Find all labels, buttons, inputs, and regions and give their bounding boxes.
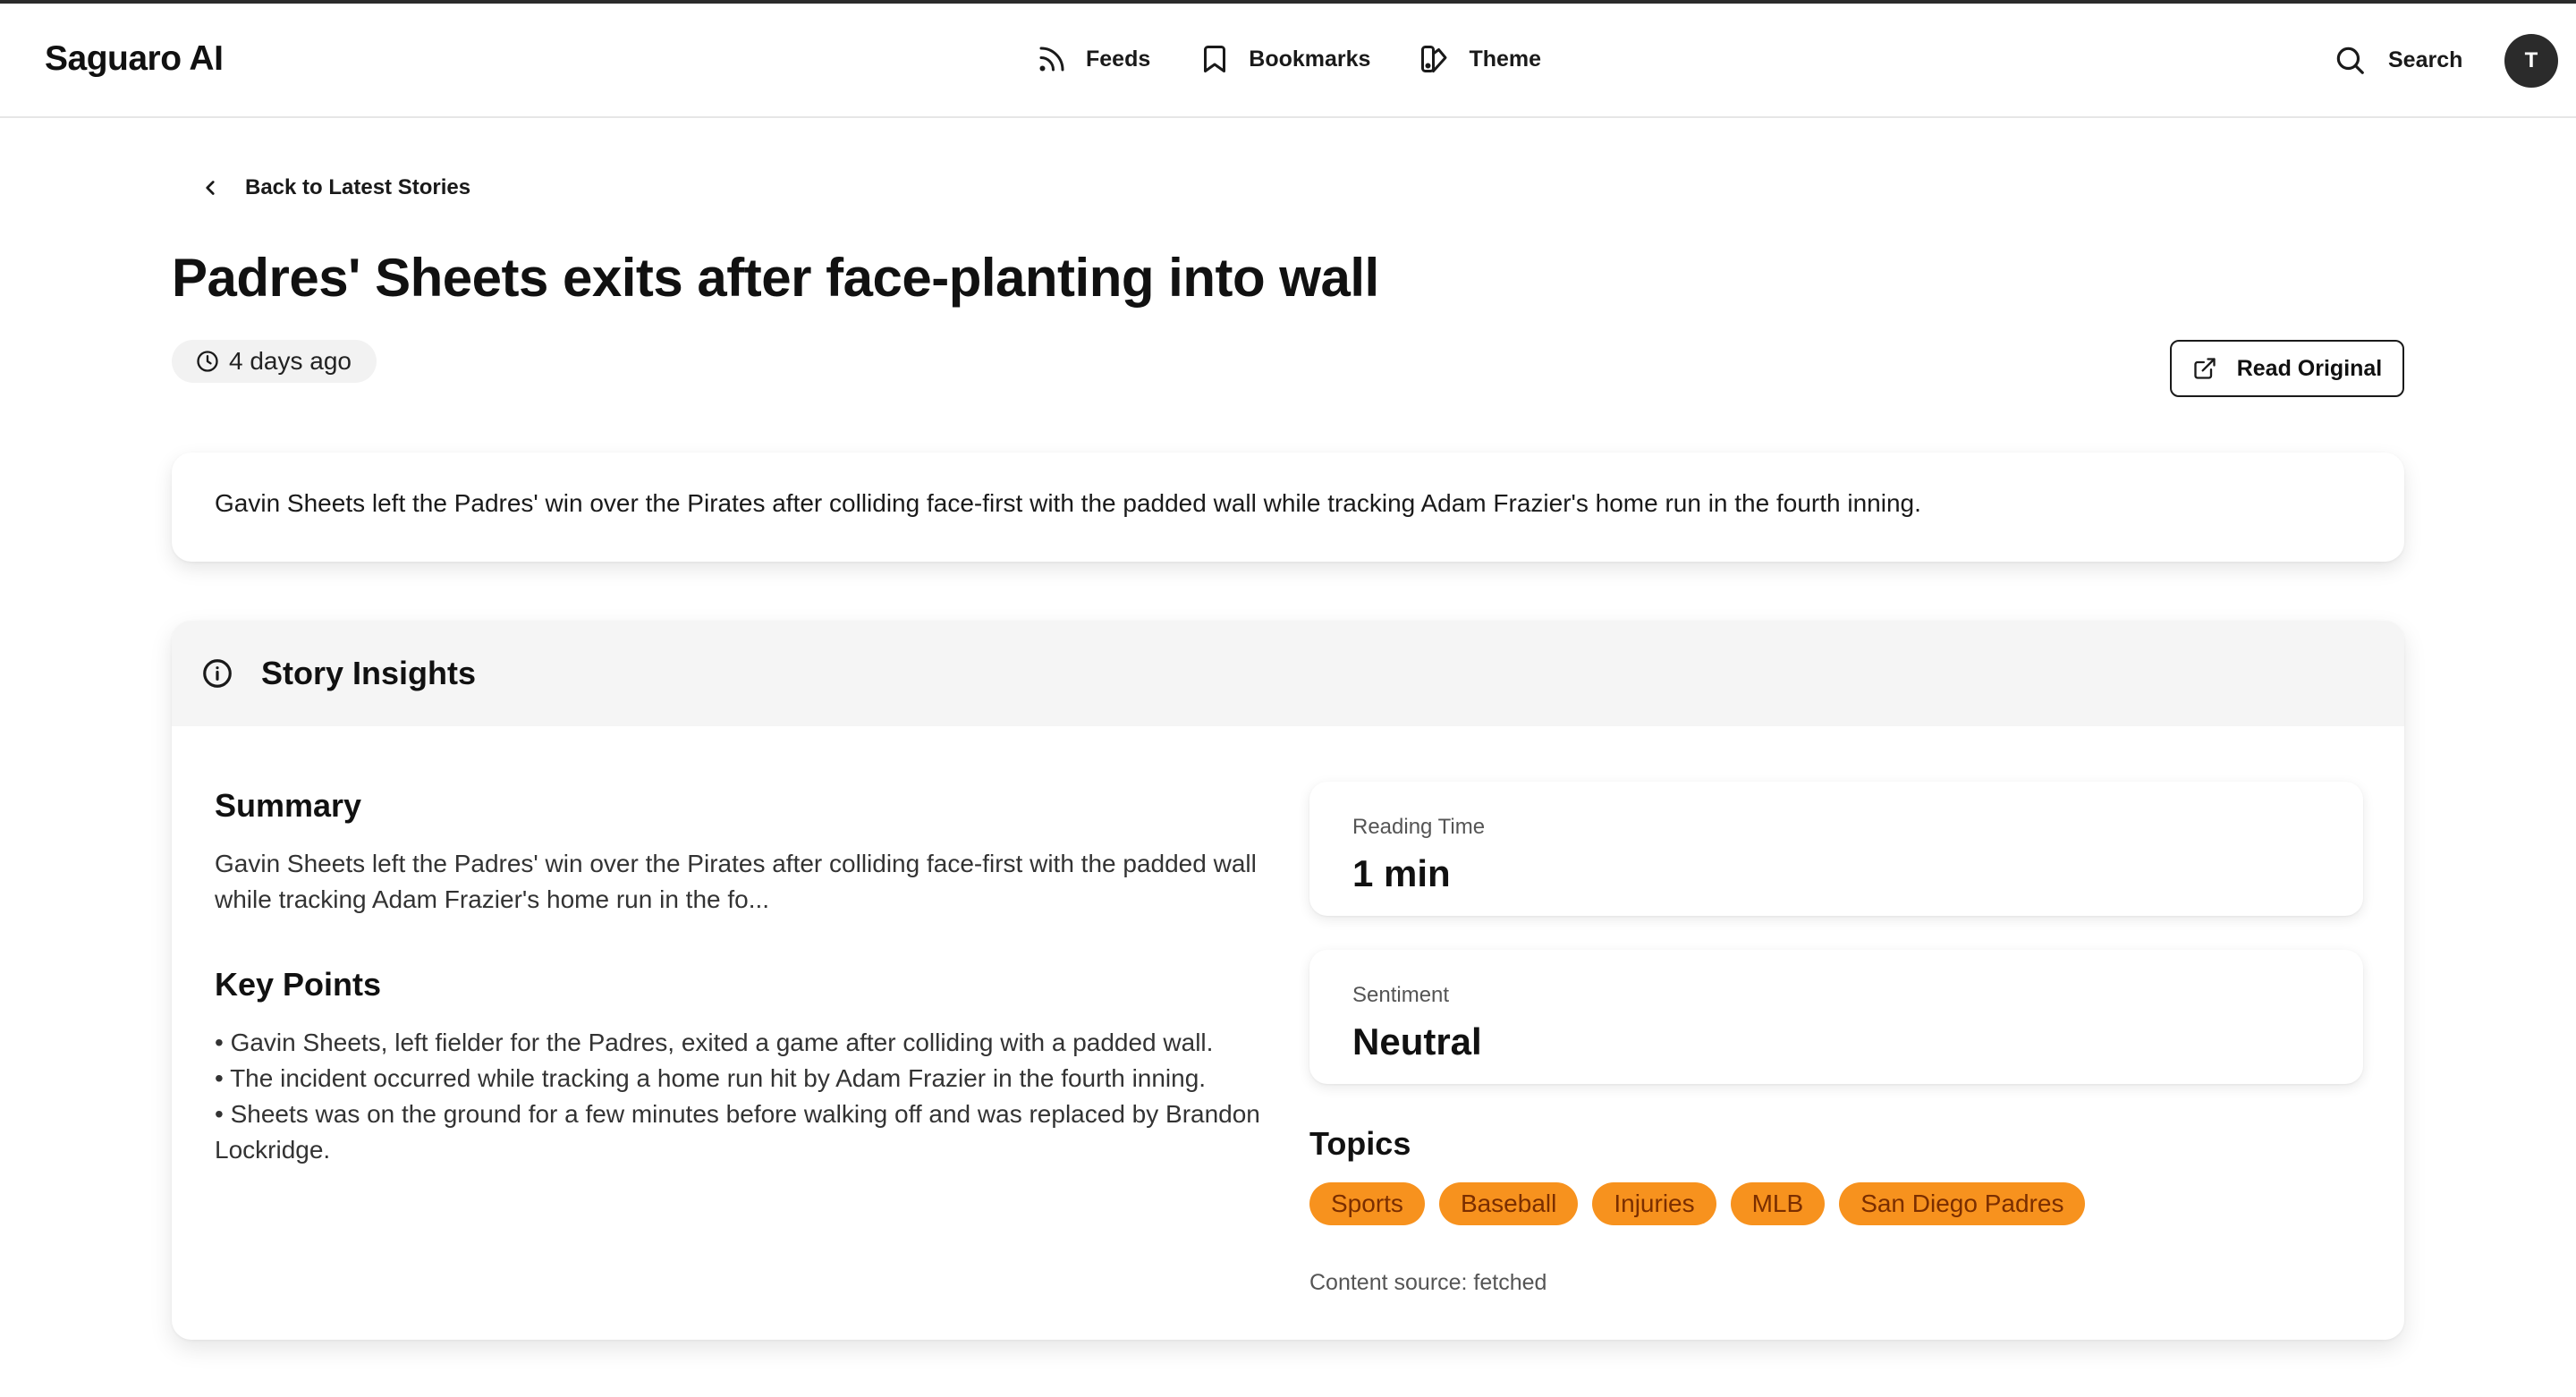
info-icon (203, 659, 232, 688)
key-points-list: • Gavin Sheets, left fielder for the Pad… (215, 1025, 1279, 1168)
sentiment-value: Neutral (1352, 1020, 1482, 1063)
article-title: Padres' Sheets exits after face-planting… (172, 248, 1379, 308)
topic-chip-baseball[interactable]: Baseball (1438, 1182, 1579, 1225)
top-navigation-bar: Saguaro AI Feeds Bookmarks Theme Search … (0, 4, 2576, 118)
nav-item-feeds[interactable]: Feeds (1036, 43, 1150, 75)
topic-chip-sports[interactable]: Sports (1309, 1182, 1425, 1225)
sentiment-card: Sentiment Neutral (1309, 950, 2363, 1084)
external-link-icon (2194, 358, 2216, 379)
nav-item-label: Theme (1469, 46, 1542, 72)
back-to-latest-link[interactable]: Back to Latest Stories (199, 175, 470, 200)
search-label: Search (2388, 47, 2463, 72)
topic-chip-san-diego-padres[interactable]: San Diego Padres (1839, 1182, 2086, 1225)
article-description-card: Gavin Sheets left the Padres' win over t… (172, 453, 2404, 562)
chevron-left-icon (206, 181, 215, 195)
reading-time-value: 1 min (1352, 852, 1451, 894)
story-insights-title: Story Insights (261, 655, 477, 691)
key-point-item: • Gavin Sheets, left fielder for the Pad… (215, 1029, 1214, 1056)
read-original-button[interactable]: Read Original (2170, 340, 2404, 397)
topic-chip-mlb[interactable]: MLB (1730, 1182, 1826, 1225)
nav-item-label: Bookmarks (1249, 46, 1371, 72)
reading-time-label: Reading Time (1352, 815, 1486, 839)
nav-item-label: Feeds (1086, 46, 1151, 72)
read-original-label: Read Original (2236, 355, 2383, 381)
time-ago-text: 4 days ago (229, 347, 352, 375)
published-time-badge: 4 days ago (172, 340, 377, 383)
key-point-item: • The incident occurred while tracking a… (215, 1064, 1207, 1092)
topics-list: Sports Baseball Injuries MLB San Diego P… (1309, 1182, 2099, 1225)
main-nav: Feeds Bookmarks Theme (1036, 43, 1541, 75)
key-point-item: • Sheets was on the ground for a few min… (215, 1100, 1260, 1164)
search-button[interactable]: Search (2333, 43, 2462, 77)
brand-logo[interactable]: Saguaro AI (45, 39, 224, 79)
summary-text: Gavin Sheets left the Padres' win over t… (215, 850, 1257, 913)
user-avatar[interactable]: T (2504, 34, 2558, 88)
story-insights-panel: Story Insights Summary Gavin Sheets left… (172, 621, 2404, 1340)
nav-item-theme[interactable]: Theme (1419, 43, 1541, 75)
sentiment-label: Sentiment (1352, 983, 1450, 1007)
reading-time-card: Reading Time 1 min (1309, 782, 2363, 916)
rss-icon (1039, 47, 1064, 72)
nav-item-bookmarks[interactable]: Bookmarks (1199, 43, 1370, 75)
key-points-heading: Key Points (215, 966, 382, 1003)
clock-icon (197, 351, 218, 372)
topics-heading: Topics (1309, 1125, 1411, 1162)
topic-chip-injuries[interactable]: Injuries (1592, 1182, 1716, 1225)
story-insights-header: Story Insights (172, 621, 2404, 726)
search-icon (2336, 47, 2364, 74)
content-source-text: Content source: fetched (1309, 1270, 1547, 1295)
theme-icon (1421, 46, 1447, 72)
bookmark-icon (1204, 46, 1226, 72)
article-description: Gavin Sheets left the Padres' win over t… (215, 489, 1921, 517)
summary-heading: Summary (215, 787, 362, 824)
back-link-label: Back to Latest Stories (245, 175, 471, 199)
